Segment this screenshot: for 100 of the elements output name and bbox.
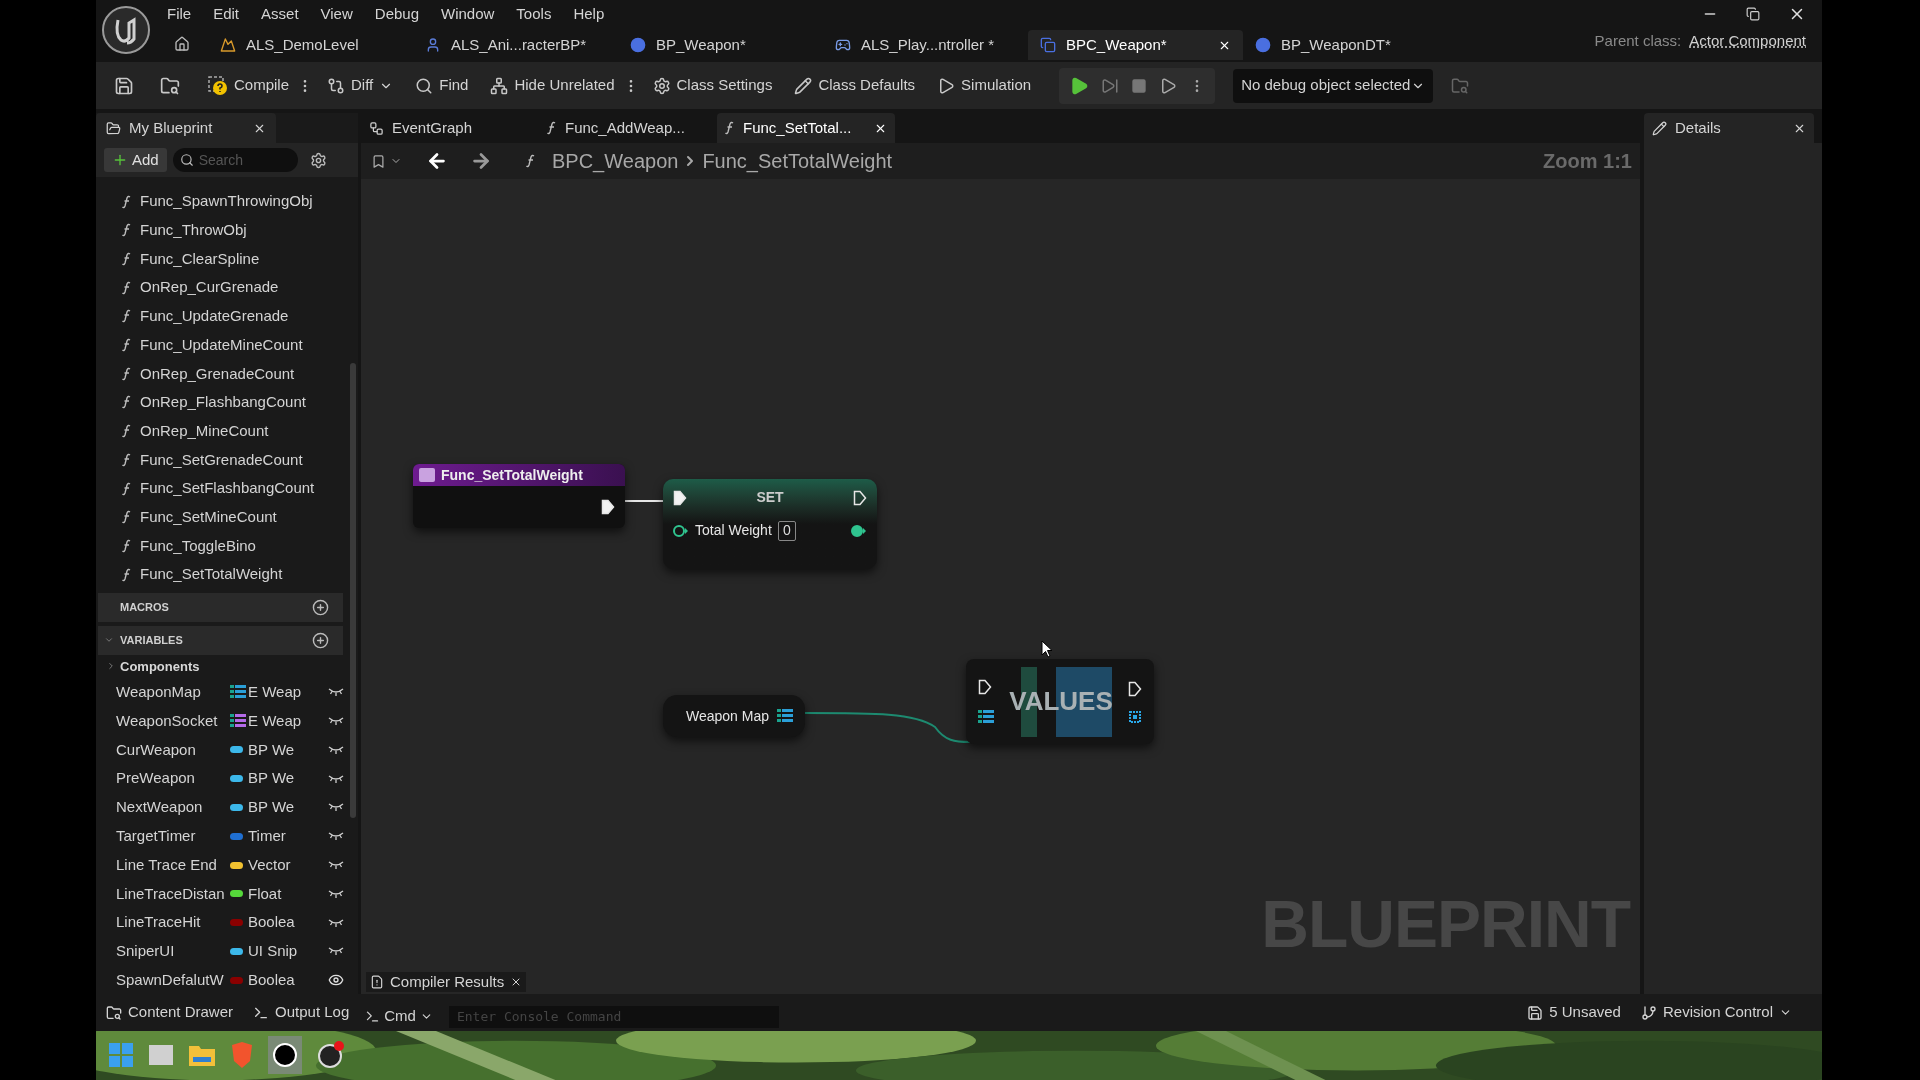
function-item[interactable]: Func_SetMineCount [140,505,277,529]
menu-item[interactable]: File [156,2,203,26]
function-item[interactable]: Func_SpawnThrowingObj [140,190,313,213]
graph-tab[interactable]: Func_SetTotal... [717,113,895,144]
eject-icon[interactable] [1159,76,1178,95]
save-icon[interactable] [114,75,134,96]
variable-name[interactable]: WeaponSocket [116,709,230,733]
exec-pin-icon[interactable] [601,499,615,516]
exec-pin-icon[interactable] [978,678,992,695]
toolbar-button[interactable]: Class Settings [644,68,781,103]
eye-closed-icon[interactable] [328,802,344,813]
output-log-button[interactable]: Output Log [243,997,360,1028]
revision-control-button[interactable]: Revision Control [1630,997,1802,1028]
function-item[interactable]: OnRep_GrenadeCount [140,362,295,385]
home-icon[interactable] [174,36,190,52]
cmd-dropdown[interactable]: Cmd [359,1003,439,1030]
menu-item[interactable]: Asset [250,2,310,26]
graph-tab[interactable]: Func_AddWeap... [539,113,717,144]
compiler-results-tab[interactable]: Compiler Results [366,972,527,993]
category-label[interactable]: Components [120,656,200,677]
variable-name[interactable]: WeaponMap [116,681,230,704]
variable-name[interactable]: Line Trace End [116,853,230,877]
restore-icon[interactable] [1746,7,1760,21]
settings-icon[interactable] [309,151,327,169]
debug-object-dropdown[interactable]: No debug object selected [1233,68,1434,103]
eye-closed-icon[interactable] [328,860,344,871]
variable-name[interactable]: NextWeapon [116,796,230,819]
toolbar-button[interactable]: Find [407,68,477,103]
app-icon[interactable] [268,1036,302,1075]
function-item[interactable]: Func_UpdateMineCount [140,333,303,357]
add-button[interactable]: Add [104,148,167,173]
graph-tab[interactable]: EventGraph [361,113,539,144]
parent-class-link[interactable]: Actor Component [1689,29,1806,52]
eye-closed-icon[interactable] [328,831,344,842]
section-header[interactable]: MACROS [98,592,343,622]
play-icon[interactable] [1069,75,1090,96]
scrollbar-thumb[interactable] [350,363,356,819]
variable-name[interactable]: SniperUI [116,940,230,963]
eye-closed-icon[interactable] [328,888,344,899]
function-item[interactable]: Func_SetTotalWeight [140,563,283,586]
data-pin-icon[interactable] [851,523,867,538]
variable-name[interactable]: SpawnDefalutW [116,969,230,992]
function-item[interactable]: Func_UpdateGrenade [140,305,289,328]
search-field[interactable]: Search [172,148,298,173]
exec-pin-icon[interactable] [853,489,867,506]
toolbar-button[interactable]: Diff [319,68,402,103]
menu-item[interactable]: Debug [363,2,430,26]
stop-icon[interactable] [1131,77,1148,94]
function-item[interactable]: Func_ToggleBino [140,534,256,558]
document-tab[interactable]: ALS_DemoLevel [208,30,413,60]
eye-closed-icon[interactable] [328,917,344,928]
eye-closed-icon[interactable] [328,773,344,784]
document-tab[interactable]: ALS_Ani...racterBP* [413,30,618,60]
variable-name[interactable]: TargetTimer [116,825,230,848]
menu-item[interactable]: Edit [202,2,251,26]
menu-item[interactable]: Tools [505,2,563,26]
panel-tab[interactable]: My Blueprint [96,113,276,144]
window-icon[interactable] [148,1044,174,1067]
unsaved-button[interactable]: 5 Unsaved [1517,997,1631,1028]
menu-item[interactable]: Help [562,2,616,26]
variable-name[interactable]: PreWeapon [116,767,230,790]
array-pin-icon[interactable] [1129,710,1141,723]
function-item[interactable]: Func_SetGrenadeCount [140,448,303,472]
data-pin-icon[interactable] [673,523,689,538]
eye-closed-icon[interactable] [328,744,344,755]
function-item[interactable]: OnRep_MineCount [140,419,269,443]
function-item[interactable]: OnRep_CurGrenade [140,276,279,299]
function-item[interactable]: Func_SetFlashbangCount [140,477,315,500]
bookmark-icon[interactable] [371,153,386,169]
eye-closed-icon[interactable] [328,687,344,698]
variable-name[interactable]: LineTraceDistan [116,882,230,906]
eye-closed-icon[interactable] [328,946,344,957]
toolbar-button[interactable]: Class Defaults [786,68,924,103]
document-tab[interactable]: BP_WeaponDT* [1243,30,1448,60]
section-header[interactable]: VARIABLES [98,625,343,655]
function-item[interactable]: Func_ThrowObj [140,219,247,242]
function-entry-node[interactable]: Func_SetTotalWeight [413,464,625,529]
toolbar-button[interactable]: Hide Unrelated [482,68,623,103]
eye-closed-icon[interactable] [328,716,344,727]
record-app-icon[interactable] [316,1040,346,1071]
document-tab[interactable]: BP_Weapon* [618,30,823,60]
set-node[interactable]: SET Total Weight 0 [663,479,877,570]
content-drawer-button[interactable]: Content Drawer [96,997,244,1028]
step-icon[interactable] [1101,76,1120,95]
panel-tab[interactable]: Details [1644,113,1814,144]
variable-name[interactable]: LineTraceHit [116,911,230,934]
document-tab[interactable]: BPC_Weapon* [1028,30,1243,60]
menu-item[interactable]: Window [430,2,506,26]
add-icon[interactable] [312,631,329,649]
value-field[interactable]: 0 [777,520,796,541]
exec-pin-icon[interactable] [673,489,687,506]
exec-pin-icon[interactable] [1128,680,1142,697]
toolbar-button[interactable]: Simulation [929,68,1040,103]
menu-item[interactable]: View [309,2,364,26]
breadcrumb-item[interactable]: BPC_Weapon [552,146,679,177]
breadcrumb-item[interactable]: Func_SetTotalWeight [702,146,893,177]
function-item[interactable]: OnRep_FlashbangCount [140,391,306,414]
variable-name[interactable]: CurWeapon [116,738,230,762]
browse-icon[interactable] [160,75,180,96]
document-tab[interactable]: ALS_Play...ntroller * [823,30,1028,60]
